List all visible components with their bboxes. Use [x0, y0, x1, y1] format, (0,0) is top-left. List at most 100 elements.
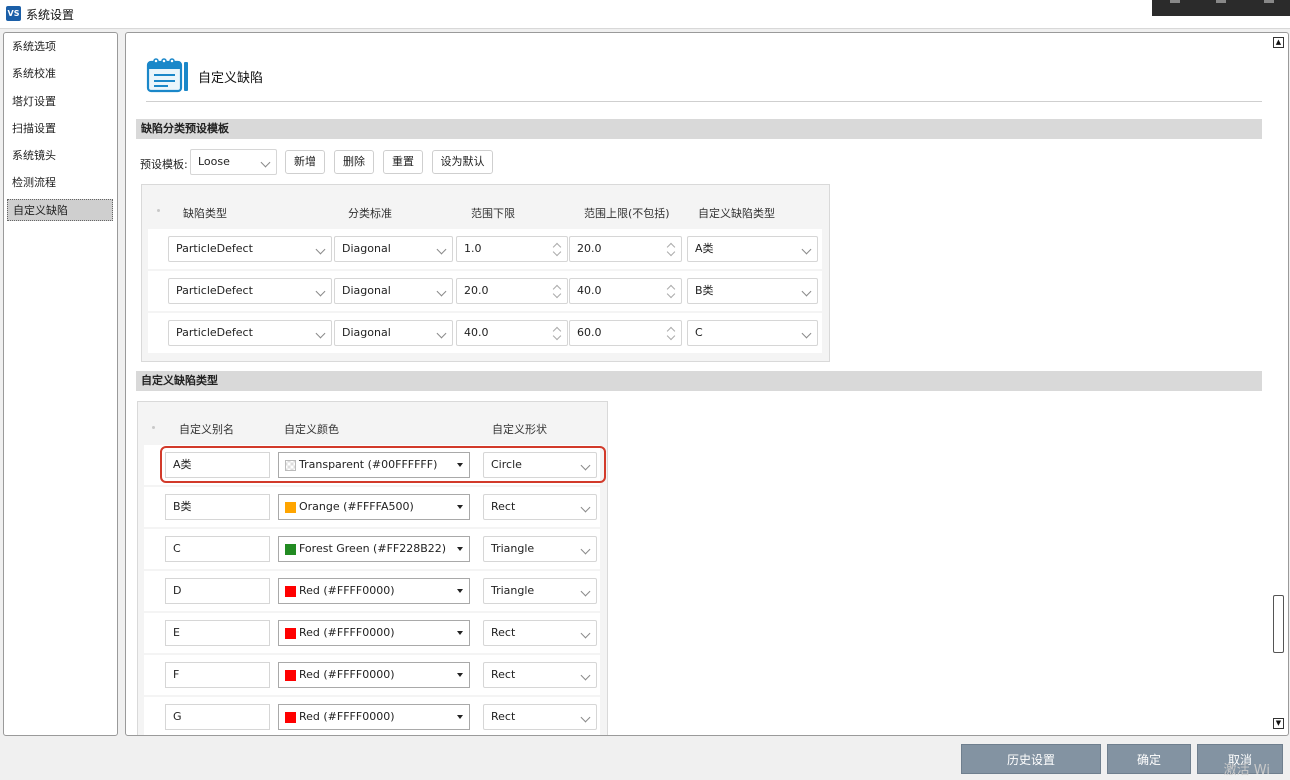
dropdown-arrow-icon [457, 589, 463, 593]
highlight-annotation [160, 446, 606, 483]
dropdown-arrow-icon [457, 715, 463, 719]
spinner-icon[interactable] [667, 243, 675, 256]
chevron-down-icon [438, 288, 446, 296]
custom-type-select[interactable]: A类 [687, 236, 818, 262]
section-preset-template: 缺陷分类预设模板 [136, 119, 1262, 139]
custom-type-select[interactable]: B类 [687, 278, 818, 304]
color-picker[interactable]: Red (#FFFF0000) [278, 704, 470, 730]
shape-select[interactable]: Rect [483, 620, 597, 646]
preset-grid: 缺陷类型 分类标准 范围下限 范围上限(不包括) 自定义缺陷类型 Particl… [141, 184, 830, 362]
color-picker[interactable]: Red (#FFFF0000) [278, 620, 470, 646]
column-header: 自定义颜色 [284, 423, 339, 436]
color-swatch [285, 712, 296, 723]
upper-bound-spinner[interactable]: 40.0 [569, 278, 682, 304]
color-swatch [285, 628, 296, 639]
sidebar-item-system-lens[interactable]: 系统镜头 [7, 145, 113, 167]
alias-input[interactable]: D [165, 578, 270, 604]
window-controls[interactable] [1152, 0, 1290, 16]
template-label: 预设模板: [140, 158, 188, 171]
scrollbar-thumb[interactable] [1273, 595, 1284, 653]
chevron-down-icon [582, 546, 590, 554]
lower-bound-spinner[interactable]: 1.0 [456, 236, 568, 262]
lower-bound-spinner[interactable]: 40.0 [456, 320, 568, 346]
title-bar: VS 系统设置 [0, 0, 1290, 29]
table-row: B类 Orange (#FFFFA500) Rect [144, 487, 600, 527]
sidebar-item-tower-light[interactable]: 塔灯设置 [7, 91, 113, 113]
spinner-icon[interactable] [553, 285, 561, 298]
chevron-down-icon [262, 159, 270, 167]
color-picker[interactable]: Orange (#FFFFA500) [278, 494, 470, 520]
spinner-icon[interactable] [667, 327, 675, 340]
vertical-scrollbar[interactable]: ▲ ▼ [1272, 35, 1286, 732]
alias-input[interactable]: C [165, 536, 270, 562]
color-picker[interactable]: Red (#FFFF0000) [278, 662, 470, 688]
chevron-down-icon [582, 630, 590, 638]
minimize-icon[interactable] [1170, 0, 1180, 3]
add-template-button[interactable]: 新增 [285, 150, 325, 174]
alias-input[interactable]: F [165, 662, 270, 688]
set-default-button[interactable]: 设为默认 [432, 150, 493, 174]
table-row: ParticleDefect Diagonal 20.0 40.0 B类 [148, 271, 822, 311]
shape-select[interactable]: Rect [483, 494, 597, 520]
scroll-up-icon[interactable]: ▲ [1273, 37, 1284, 48]
defect-type-select[interactable]: ParticleDefect [168, 320, 332, 346]
maximize-icon[interactable] [1216, 0, 1226, 3]
custom-type-select[interactable]: C [687, 320, 818, 346]
table-row: D Red (#FFFF0000) Triangle [144, 571, 600, 611]
dropdown-arrow-icon [457, 631, 463, 635]
shape-select[interactable]: Rect [483, 704, 597, 730]
color-picker[interactable]: Red (#FFFF0000) [278, 578, 470, 604]
history-settings-button[interactable]: 历史设置 [961, 744, 1101, 774]
chevron-down-icon [803, 246, 811, 254]
shape-select[interactable]: Rect [483, 662, 597, 688]
chevron-down-icon [803, 288, 811, 296]
alias-input[interactable]: G [165, 704, 270, 730]
close-icon[interactable] [1264, 0, 1274, 3]
sidebar-nav: 系统选项 系统校准 塔灯设置 扫描设置 系统镜头 检测流程 自定义缺陷 [3, 32, 118, 736]
delete-template-button[interactable]: 删除 [334, 150, 374, 174]
column-header: 缺陷类型 [183, 207, 227, 220]
dropdown-arrow-icon [457, 505, 463, 509]
alias-input[interactable]: B类 [165, 494, 270, 520]
lower-bound-spinner[interactable]: 20.0 [456, 278, 568, 304]
alias-input[interactable]: E [165, 620, 270, 646]
defect-type-select[interactable]: ParticleDefect [168, 278, 332, 304]
sidebar-item-custom-defect[interactable]: 自定义缺陷 [7, 199, 113, 221]
upper-bound-spinner[interactable]: 60.0 [569, 320, 682, 346]
color-picker[interactable]: Forest Green (#FF228B22) [278, 536, 470, 562]
sidebar-item-inspection-flow[interactable]: 检测流程 [7, 172, 113, 194]
reset-template-button[interactable]: 重置 [383, 150, 423, 174]
criterion-select[interactable]: Diagonal [334, 236, 453, 262]
defect-type-select[interactable]: ParticleDefect [168, 236, 332, 262]
spinner-icon[interactable] [553, 243, 561, 256]
chevron-down-icon [317, 330, 325, 338]
upper-bound-spinner[interactable]: 20.0 [569, 236, 682, 262]
page-header: 自定义缺陷 [146, 53, 1262, 102]
scroll-down-icon[interactable]: ▼ [1273, 718, 1284, 729]
chevron-down-icon [582, 588, 590, 596]
app-logo-icon: VS [6, 6, 21, 21]
shape-select[interactable]: Triangle [483, 536, 597, 562]
table-row: F Red (#FFFF0000) Rect [144, 655, 600, 695]
column-header: 范围上限(不包括) [584, 207, 670, 220]
column-header: 自定义缺陷类型 [698, 207, 775, 220]
window-title: 系统设置 [26, 8, 75, 22]
sidebar-item-system-calibration[interactable]: 系统校准 [7, 63, 113, 85]
chevron-down-icon [317, 288, 325, 296]
ok-button[interactable]: 确定 [1107, 744, 1191, 774]
spinner-icon[interactable] [667, 285, 675, 298]
color-swatch [285, 586, 296, 597]
sidebar-item-system-options[interactable]: 系统选项 [7, 36, 113, 58]
template-select[interactable]: Loose [190, 149, 277, 175]
chevron-down-icon [438, 330, 446, 338]
drag-handle-icon [157, 209, 160, 212]
sidebar-item-scan-settings[interactable]: 扫描设置 [7, 118, 113, 140]
shape-select[interactable]: Triangle [483, 578, 597, 604]
spinner-icon[interactable] [553, 327, 561, 340]
criterion-select[interactable]: Diagonal [334, 320, 453, 346]
color-swatch [285, 544, 296, 555]
color-swatch [285, 670, 296, 681]
table-row: C Forest Green (#FF228B22) Triangle [144, 529, 600, 569]
table-row: ParticleDefect Diagonal 1.0 20.0 A类 [148, 229, 822, 269]
criterion-select[interactable]: Diagonal [334, 278, 453, 304]
